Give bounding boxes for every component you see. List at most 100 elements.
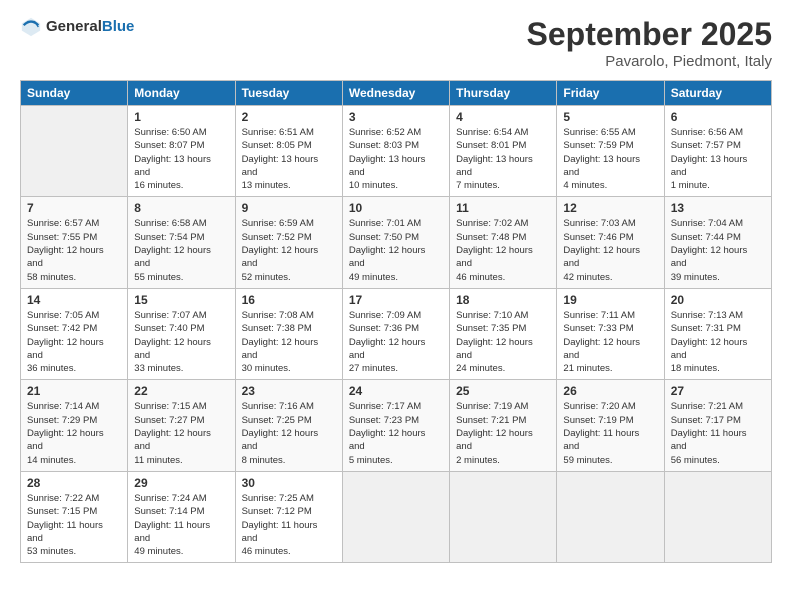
table-row — [450, 471, 557, 562]
day-number: 19 — [563, 293, 657, 307]
daylight-text-cont: 49 minutes. — [349, 271, 443, 284]
sunset-text: Sunset: 7:50 PM — [349, 231, 443, 244]
table-row: 20Sunrise: 7:13 AMSunset: 7:31 PMDayligh… — [664, 288, 771, 379]
day-number: 13 — [671, 201, 765, 215]
daylight-text-cont: 53 minutes. — [27, 545, 121, 558]
table-row: 1Sunrise: 6:50 AMSunset: 8:07 PMDaylight… — [128, 106, 235, 197]
sunset-text: Sunset: 7:46 PM — [563, 231, 657, 244]
calendar-week-2: 7Sunrise: 6:57 AMSunset: 7:55 PMDaylight… — [21, 197, 772, 288]
sunrise-text: Sunrise: 7:21 AM — [671, 400, 765, 413]
day-number: 22 — [134, 384, 228, 398]
table-row: 21Sunrise: 7:14 AMSunset: 7:29 PMDayligh… — [21, 380, 128, 471]
daylight-text-cont: 52 minutes. — [242, 271, 336, 284]
table-row — [664, 471, 771, 562]
daylight-text-cont: 7 minutes. — [456, 179, 550, 192]
day-number: 24 — [349, 384, 443, 398]
day-number: 26 — [563, 384, 657, 398]
sunrise-text: Sunrise: 6:56 AM — [671, 126, 765, 139]
daylight-text-cont: 11 minutes. — [134, 454, 228, 467]
table-row: 7Sunrise: 6:57 AMSunset: 7:55 PMDaylight… — [21, 197, 128, 288]
sunrise-text: Sunrise: 7:17 AM — [349, 400, 443, 413]
day-number: 5 — [563, 110, 657, 124]
sunrise-text: Sunrise: 7:08 AM — [242, 309, 336, 322]
sunset-text: Sunset: 7:52 PM — [242, 231, 336, 244]
calendar-week-3: 14Sunrise: 7:05 AMSunset: 7:42 PMDayligh… — [21, 288, 772, 379]
day-number: 21 — [27, 384, 121, 398]
sunset-text: Sunset: 7:55 PM — [27, 231, 121, 244]
sunset-text: Sunset: 7:17 PM — [671, 414, 765, 427]
sunset-text: Sunset: 8:07 PM — [134, 139, 228, 152]
daylight-text-cont: 2 minutes. — [456, 454, 550, 467]
daylight-text-cont: 33 minutes. — [134, 362, 228, 375]
sunrise-text: Sunrise: 7:16 AM — [242, 400, 336, 413]
daylight-text-cont: 49 minutes. — [134, 545, 228, 558]
day-number: 11 — [456, 201, 550, 215]
day-number: 16 — [242, 293, 336, 307]
month-title: September 2025 — [527, 16, 772, 53]
daylight-text: Daylight: 12 hours and — [456, 427, 550, 454]
table-row: 15Sunrise: 7:07 AMSunset: 7:40 PMDayligh… — [128, 288, 235, 379]
daylight-text: Daylight: 12 hours and — [27, 336, 121, 363]
sunrise-text: Sunrise: 7:03 AM — [563, 217, 657, 230]
daylight-text: Daylight: 13 hours and — [242, 153, 336, 180]
daylight-text: Daylight: 12 hours and — [349, 244, 443, 271]
sunrise-text: Sunrise: 7:05 AM — [27, 309, 121, 322]
sunrise-text: Sunrise: 7:13 AM — [671, 309, 765, 322]
daylight-text: Daylight: 12 hours and — [134, 244, 228, 271]
calendar-week-1: 1Sunrise: 6:50 AMSunset: 8:07 PMDaylight… — [21, 106, 772, 197]
logo-icon — [20, 16, 42, 38]
table-row: 12Sunrise: 7:03 AMSunset: 7:46 PMDayligh… — [557, 197, 664, 288]
table-row: 28Sunrise: 7:22 AMSunset: 7:15 PMDayligh… — [21, 471, 128, 562]
sunset-text: Sunset: 7:29 PM — [27, 414, 121, 427]
table-row: 5Sunrise: 6:55 AMSunset: 7:59 PMDaylight… — [557, 106, 664, 197]
daylight-text: Daylight: 12 hours and — [563, 244, 657, 271]
sunrise-text: Sunrise: 7:02 AM — [456, 217, 550, 230]
sunrise-text: Sunrise: 7:07 AM — [134, 309, 228, 322]
day-number: 7 — [27, 201, 121, 215]
sunset-text: Sunset: 7:23 PM — [349, 414, 443, 427]
table-row: 22Sunrise: 7:15 AMSunset: 7:27 PMDayligh… — [128, 380, 235, 471]
daylight-text-cont: 30 minutes. — [242, 362, 336, 375]
table-row: 8Sunrise: 6:58 AMSunset: 7:54 PMDaylight… — [128, 197, 235, 288]
table-row: 27Sunrise: 7:21 AMSunset: 7:17 PMDayligh… — [664, 380, 771, 471]
table-row: 25Sunrise: 7:19 AMSunset: 7:21 PMDayligh… — [450, 380, 557, 471]
daylight-text: Daylight: 12 hours and — [242, 244, 336, 271]
daylight-text: Daylight: 13 hours and — [671, 153, 765, 180]
sunset-text: Sunset: 7:59 PM — [563, 139, 657, 152]
daylight-text-cont: 42 minutes. — [563, 271, 657, 284]
day-number: 9 — [242, 201, 336, 215]
logo: GeneralBlue — [20, 16, 134, 38]
day-number: 3 — [349, 110, 443, 124]
calendar-week-4: 21Sunrise: 7:14 AMSunset: 7:29 PMDayligh… — [21, 380, 772, 471]
table-row: 17Sunrise: 7:09 AMSunset: 7:36 PMDayligh… — [342, 288, 449, 379]
day-number: 14 — [27, 293, 121, 307]
day-number: 23 — [242, 384, 336, 398]
daylight-text: Daylight: 13 hours and — [349, 153, 443, 180]
daylight-text: Daylight: 12 hours and — [27, 244, 121, 271]
table-row — [342, 471, 449, 562]
day-number: 6 — [671, 110, 765, 124]
daylight-text-cont: 18 minutes. — [671, 362, 765, 375]
daylight-text-cont: 21 minutes. — [563, 362, 657, 375]
daylight-text: Daylight: 12 hours and — [349, 336, 443, 363]
title-area: September 2025 Pavarolo, Piedmont, Italy — [527, 16, 772, 70]
daylight-text-cont: 46 minutes. — [242, 545, 336, 558]
sunset-text: Sunset: 7:15 PM — [27, 505, 121, 518]
sunrise-text: Sunrise: 6:51 AM — [242, 126, 336, 139]
sunset-text: Sunset: 7:25 PM — [242, 414, 336, 427]
sunset-text: Sunset: 7:31 PM — [671, 322, 765, 335]
daylight-text: Daylight: 12 hours and — [242, 336, 336, 363]
sunset-text: Sunset: 7:35 PM — [456, 322, 550, 335]
sunrise-text: Sunrise: 7:10 AM — [456, 309, 550, 322]
daylight-text-cont: 5 minutes. — [349, 454, 443, 467]
table-row: 18Sunrise: 7:10 AMSunset: 7:35 PMDayligh… — [450, 288, 557, 379]
sunset-text: Sunset: 7:14 PM — [134, 505, 228, 518]
sunset-text: Sunset: 7:40 PM — [134, 322, 228, 335]
header-row: Sunday Monday Tuesday Wednesday Thursday… — [21, 81, 772, 106]
daylight-text: Daylight: 12 hours and — [671, 244, 765, 271]
col-saturday: Saturday — [664, 81, 771, 106]
sunset-text: Sunset: 7:19 PM — [563, 414, 657, 427]
sunset-text: Sunset: 7:48 PM — [456, 231, 550, 244]
sunrise-text: Sunrise: 6:54 AM — [456, 126, 550, 139]
sunrise-text: Sunrise: 7:11 AM — [563, 309, 657, 322]
